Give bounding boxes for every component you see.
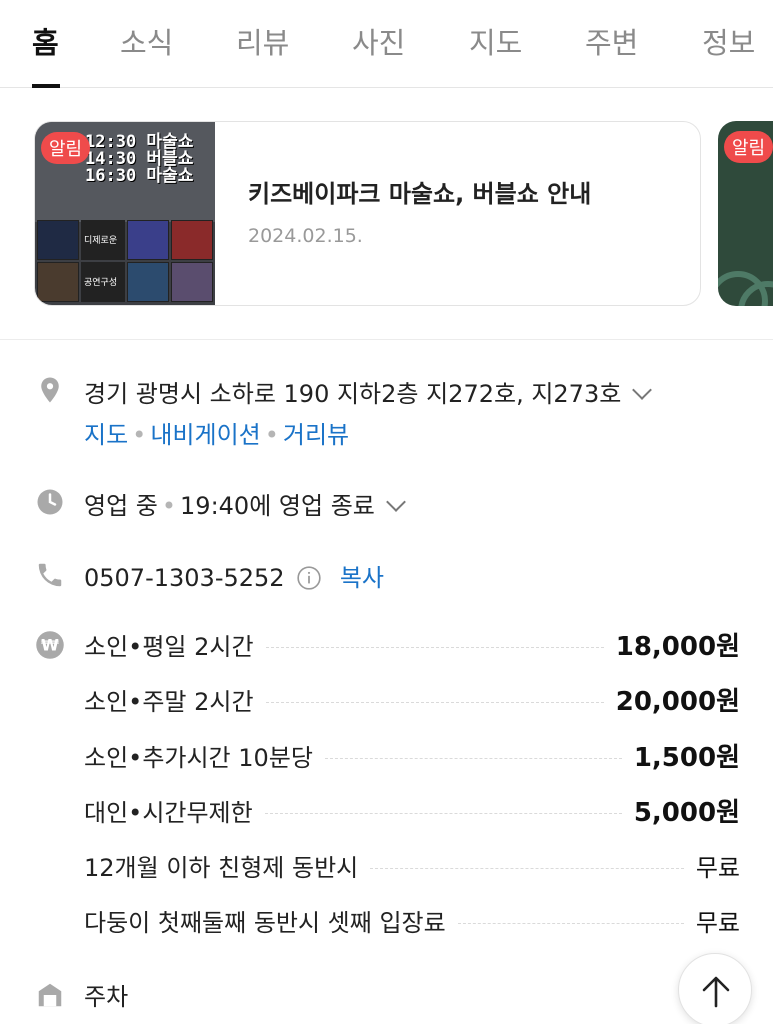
clock-icon (37, 489, 63, 515)
notice-card[interactable]: 12:30 마술쇼 14:30 버블쇼 16:30 마술쇼 디제로운 공연구성 … (34, 121, 701, 306)
price-item: 소인•주말 2시간 20,000원 (84, 686, 740, 717)
parking-icon (38, 983, 62, 1007)
address-row[interactable]: 경기 광명시 소하로 190 지하2층 지272호, 지273호 (84, 374, 653, 409)
notice-carousel[interactable]: 12:30 마술쇼 14:30 버블쇼 16:30 마술쇼 디제로운 공연구성 … (0, 88, 773, 340)
price-item: 대인•시간무제한 5,000원 (84, 797, 740, 828)
arrow-up-icon (702, 976, 730, 1008)
tab-reviews[interactable]: 리뷰 (236, 20, 289, 62)
notice-thumbnail: 12:30 마술쇼 14:30 버블쇼 16:30 마술쇼 디제로운 공연구성 … (35, 122, 215, 305)
svg-text:₩: ₩ (41, 636, 59, 655)
phone-row: 0507-1303-5252 복사 (84, 558, 384, 593)
navigation-link[interactable]: 내비게이션 (150, 421, 260, 449)
won-icon: ₩ (36, 631, 64, 659)
tab-photos[interactable]: 사진 (352, 20, 405, 62)
price-item: 12개월 이하 친형제 동반시 무료 (84, 853, 740, 882)
price-item: 소인•평일 2시간 18,000원 (84, 631, 740, 662)
info-icon[interactable] (296, 565, 322, 591)
map-link[interactable]: 지도 (84, 421, 128, 449)
tab-home[interactable]: 홈 (32, 20, 59, 62)
tab-map[interactable]: 지도 (469, 20, 522, 62)
tab-info[interactable]: 정보 (702, 20, 755, 62)
chevron-down-icon[interactable] (632, 380, 653, 400)
street-view-link[interactable]: 거리뷰 (283, 421, 349, 449)
notice-title: 키즈베이파크 마술쇼, 버블쇼 안내 (248, 180, 592, 208)
notice-badge: 알림 (724, 131, 773, 163)
scroll-top-button[interactable] (678, 953, 752, 1024)
thumbnail-schedule: 12:30 마술쇼 14:30 버블쇼 16:30 마술쇼 (85, 132, 194, 186)
parking-label: 주차 (84, 983, 129, 1011)
notice-badge: 알림 (41, 132, 91, 164)
tab-news[interactable]: 소식 (120, 20, 173, 62)
notice-date: 2024.02.15. (248, 225, 363, 247)
chevron-down-icon[interactable] (385, 492, 406, 512)
copy-button[interactable]: 복사 (340, 564, 384, 592)
phone-icon (38, 563, 62, 587)
location-pin-icon (41, 377, 59, 403)
notice-card-next[interactable]: 알림 (718, 121, 773, 306)
tab-bar: 홈 소식 리뷰 사진 지도 주변 정보 (0, 0, 773, 88)
address-text: 경기 광명시 소하로 190 지하2층 지272호, 지273호 (84, 380, 622, 408)
hours-status: 영업 중 (84, 492, 158, 520)
phone-number[interactable]: 0507-1303-5252 (84, 564, 285, 592)
price-item: 소인•추가시간 10분당 1,500원 (84, 742, 740, 773)
tab-nearby[interactable]: 주변 (585, 20, 638, 62)
address-links: 지도 • 내비게이션 • 거리뷰 (84, 421, 350, 449)
hours-detail: 19:40에 영업 종료 (180, 492, 375, 520)
price-item: 다둥이 첫째둘째 동반시 셋째 입장료 무료 (84, 908, 740, 937)
hours-row[interactable]: 영업 중 • 19:40에 영업 종료 (84, 486, 406, 521)
